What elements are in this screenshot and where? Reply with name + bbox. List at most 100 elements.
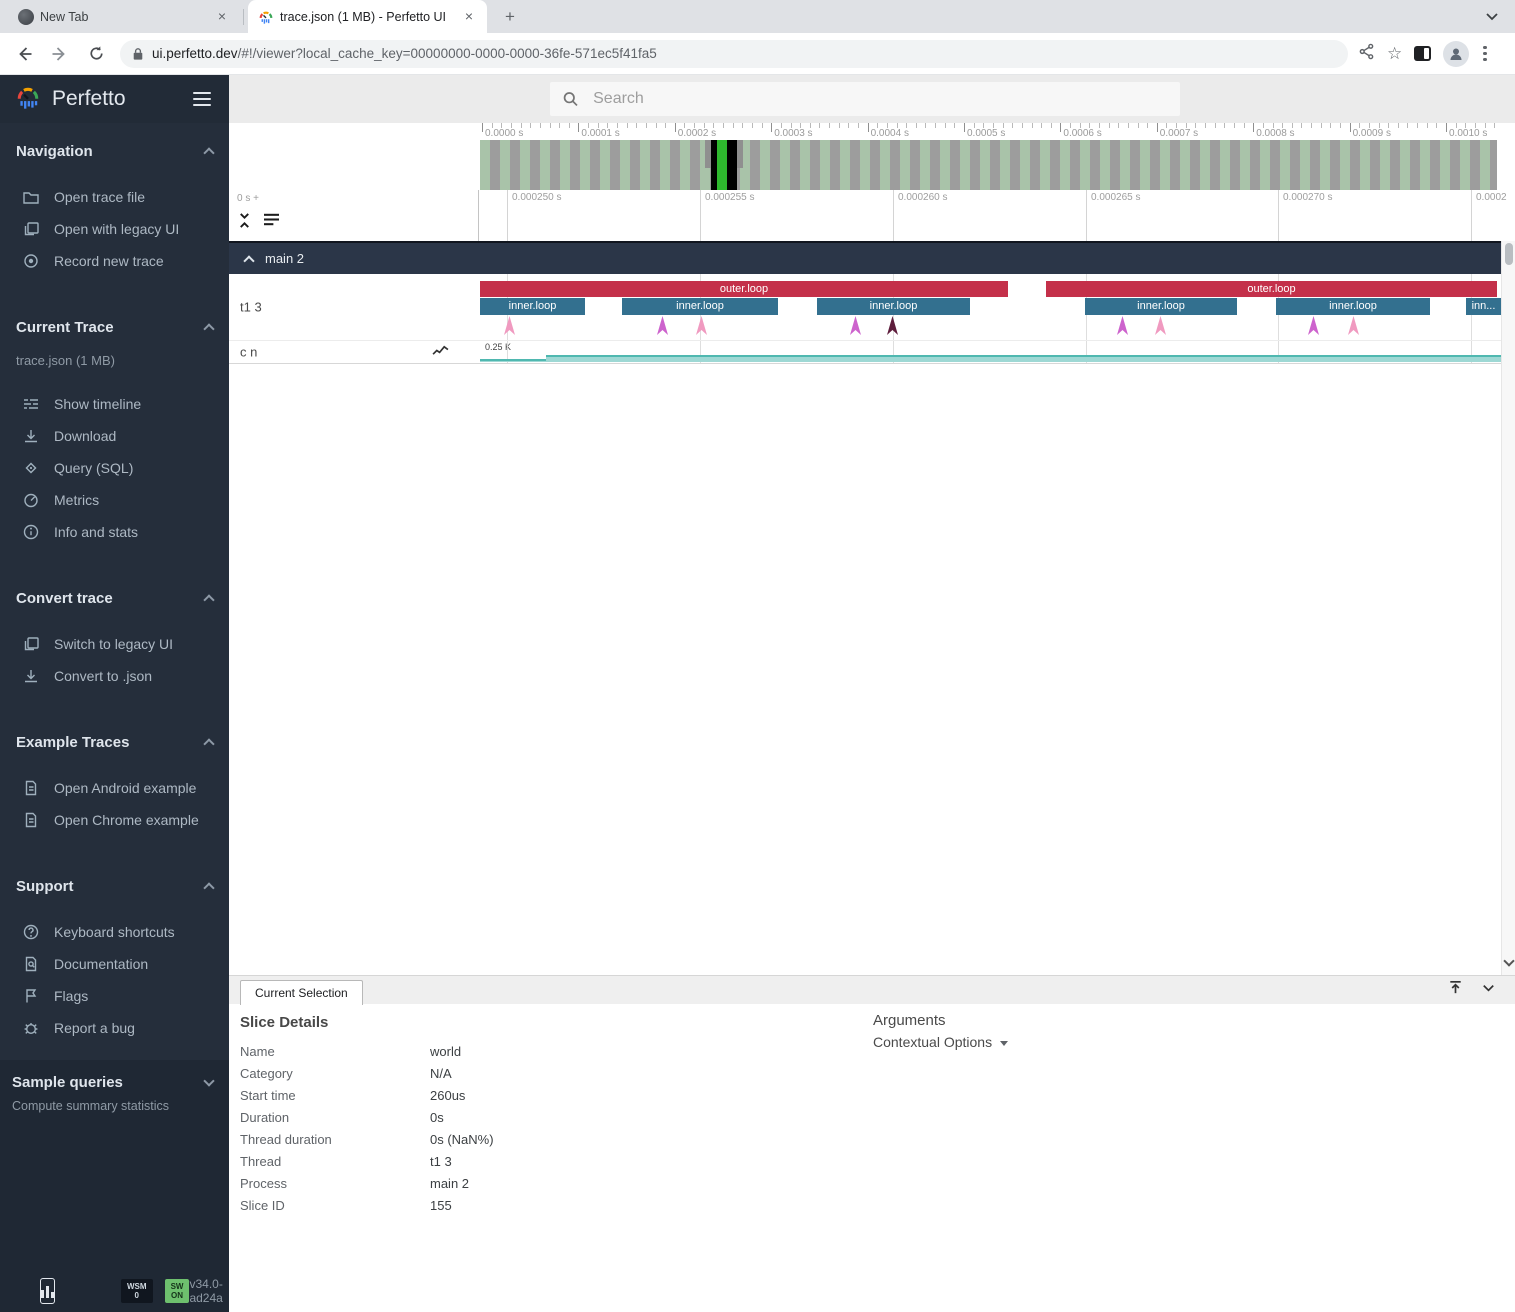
instant-event-marker[interactable]: [1154, 316, 1167, 340]
ruler-tick: [819, 123, 820, 128]
track-name-panel[interactable]: t1 3: [229, 274, 478, 340]
sidebar-item-query-sql-[interactable]: Query (SQL): [0, 452, 229, 484]
tab-perfetto[interactable]: trace.json (1 MB) - Perfetto UI ×: [248, 0, 487, 33]
instant-event-marker[interactable]: [1116, 316, 1129, 340]
slice-inner-loop[interactable]: inner.loop: [1276, 298, 1430, 315]
section-header[interactable]: Support: [0, 876, 229, 896]
collapse-panel-icon[interactable]: [1480, 979, 1497, 1001]
bookmark-star-icon[interactable]: ☆: [1387, 44, 1402, 64]
ruler-tick: [1330, 123, 1331, 128]
address-bar[interactable]: ui.perfetto.dev/#!/viewer?local_cache_ke…: [120, 40, 1348, 68]
process-group-header[interactable]: main 2: [229, 241, 1501, 274]
sidebar-item-open-android-example[interactable]: Open Android example: [0, 772, 229, 804]
instant-event-marker[interactable]: [1347, 316, 1360, 340]
tab-close-icon[interactable]: ×: [461, 9, 477, 25]
sidebar-item-flags[interactable]: Flags: [0, 980, 229, 1012]
slice-inner-loop[interactable]: inner.loop: [480, 298, 585, 315]
ruler-tick: [810, 123, 811, 128]
vertical-scrollbar[interactable]: [1501, 241, 1515, 975]
tab-close-icon[interactable]: ×: [214, 9, 230, 25]
instant-event-marker[interactable]: [1307, 316, 1320, 340]
instant-event-marker[interactable]: [503, 316, 516, 340]
side-panel-icon[interactable]: [1414, 46, 1431, 61]
section-header[interactable]: Example Traces: [0, 732, 229, 752]
section-header[interactable]: Navigation: [0, 141, 229, 161]
contextual-options-dropdown[interactable]: Contextual Options: [873, 1034, 1008, 1050]
instant-event-marker[interactable]: [695, 316, 708, 340]
sidebar-item-report-a-bug[interactable]: Report a bug: [0, 1012, 229, 1044]
profile-avatar[interactable]: [1443, 41, 1469, 67]
sw-badge: SWON: [165, 1279, 190, 1303]
chart-stats-icon[interactable]: [40, 1278, 55, 1304]
ruler-tick: [1350, 123, 1351, 132]
sidebar-footer: WSM0 SWON v34.0-ad24a: [0, 1276, 229, 1306]
thread-track-timeline[interactable]: outer.loopouter.loopinner.loopinner.loop…: [478, 274, 1501, 340]
detail-label: Category: [240, 1066, 430, 1081]
sidebar-item-open-with-legacy-ui[interactable]: Open with legacy UI: [0, 213, 229, 245]
selection-window[interactable]: [717, 140, 727, 190]
slice-inner-loop[interactable]: inner.loop: [1085, 298, 1237, 315]
slice-outer-loop[interactable]: outer.loop: [480, 281, 1008, 297]
ruler-tick: [569, 123, 570, 128]
chevron-up-icon: [203, 147, 214, 158]
sidebar-item-show-timeline[interactable]: Show timeline: [0, 388, 229, 420]
slice-outer-loop[interactable]: outer.loop: [1046, 281, 1497, 297]
minimap-selection[interactable]: [705, 140, 743, 190]
tab-search-caret-icon[interactable]: [1483, 7, 1501, 25]
detail-label: Slice ID: [240, 1198, 430, 1213]
browser-menu-icon[interactable]: [1481, 44, 1489, 64]
instant-event-marker[interactable]: [656, 316, 669, 340]
ruler-tick: [1301, 123, 1302, 128]
scrollbar-thumb[interactable]: [1505, 243, 1513, 265]
forward-icon[interactable]: [48, 42, 72, 66]
ruler-tick: [1321, 123, 1322, 128]
share-icon[interactable]: [1358, 43, 1375, 65]
section-header[interactable]: Convert trace: [0, 588, 229, 608]
sidebar-item-documentation[interactable]: Documentation: [0, 948, 229, 980]
reload-icon[interactable]: [84, 42, 108, 66]
sidebar-item-open-chrome-example[interactable]: Open Chrome example: [0, 804, 229, 836]
tab-current-selection[interactable]: Current Selection: [240, 980, 363, 1005]
collapse-tracks-icon[interactable]: [237, 212, 252, 234]
sidebar-item-info-and-stats[interactable]: Info and stats: [0, 516, 229, 548]
search-box[interactable]: [550, 82, 1180, 116]
ruler-tick: [1147, 123, 1148, 128]
sidebar-item-keyboard-shortcuts[interactable]: Keyboard shortcuts: [0, 916, 229, 948]
sample-query-item[interactable]: Compute summary statistics: [0, 1091, 229, 1113]
search-input[interactable]: [591, 89, 1168, 109]
new-tab-button[interactable]: +: [498, 6, 522, 30]
menu-hamburger-icon[interactable]: [189, 88, 215, 111]
tab-new-tab[interactable]: New Tab ×: [8, 0, 240, 33]
sidebar-item-record-new-trace[interactable]: Record new trace: [0, 245, 229, 277]
instant-event-marker[interactable]: [849, 316, 862, 340]
back-icon[interactable]: [12, 42, 36, 66]
ruler-tick: [1118, 123, 1119, 128]
selection-handle-right[interactable]: [737, 140, 743, 168]
ruler-tick: [646, 123, 647, 128]
sidebar-item-download[interactable]: Download: [0, 420, 229, 452]
ruler-tick: [1359, 123, 1360, 128]
counter-track-timeline[interactable]: 0.25 K: [478, 341, 1501, 363]
section-header[interactable]: Current Trace: [0, 317, 229, 337]
track-name-panel[interactable]: c n: [229, 341, 478, 363]
sample-queries-panel: Sample queries Compute summary statistic…: [0, 1060, 229, 1312]
sidebar-item-open-trace-file[interactable]: Open trace file: [0, 181, 229, 213]
slice-inner-loop[interactable]: inn...: [1466, 298, 1501, 315]
slice-inner-loop[interactable]: inner.loop: [622, 298, 778, 315]
selection-handle-left[interactable]: [705, 140, 711, 168]
axis-time-label: 0.000265 s: [1091, 192, 1141, 203]
detail-label: Thread: [240, 1154, 430, 1169]
expand-panel-icon[interactable]: [1447, 979, 1464, 1001]
instant-event-marker[interactable]: [886, 316, 899, 340]
sidebar-item-metrics[interactable]: Metrics: [0, 484, 229, 516]
sidebar-item-convert-to-json[interactable]: Convert to .json: [0, 660, 229, 692]
slice-inner-loop[interactable]: inner.loop: [817, 298, 970, 315]
overview-minimap[interactable]: [480, 140, 1497, 190]
sample-queries-header[interactable]: Sample queries: [0, 1060, 229, 1091]
perfetto-logo-icon: [14, 83, 42, 116]
sidebar-item-switch-to-legacy-ui[interactable]: Switch to legacy UI: [0, 628, 229, 660]
wsm-badge: WSM0: [121, 1279, 153, 1303]
scroll-down-icon[interactable]: [1503, 955, 1514, 966]
track-list-icon[interactable]: [262, 212, 281, 234]
axis-icons: [237, 212, 281, 234]
